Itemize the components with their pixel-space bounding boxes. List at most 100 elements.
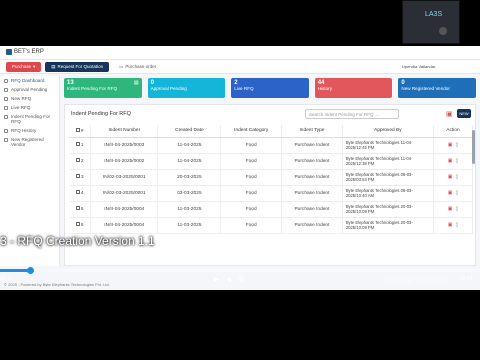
table-row[interactable]: 6 IN/II-04-2025/0004 11-03-2025 Food Purchas…	[69, 217, 474, 234]
checkbox[interactable]	[75, 222, 80, 226]
indent-table: # Indent Number Created Date Indent Cate…	[69, 125, 474, 234]
sidebar-item-rfq-dashboard[interactable]: RFQ Dashboard	[0, 76, 59, 85]
table-row[interactable]: 4 IN/02-03-2025/0001 03-03-2025 Food Purchas…	[69, 185, 474, 202]
view-icon[interactable]: ▯	[455, 190, 458, 196]
checkbox[interactable]	[75, 158, 80, 162]
column-header[interactable]: Approved By	[342, 125, 434, 138]
card-history[interactable]: 44 History	[314, 78, 393, 98]
table-cell: Byte Elephants Technologies 20-03-2025/1…	[342, 201, 434, 218]
table-cell: 4	[69, 185, 92, 202]
sidebar-item-label: Live RFQ	[11, 105, 31, 110]
video-title: 3 - RFQ Creation Version 1.1	[0, 234, 155, 248]
checkbox[interactable]	[75, 190, 80, 194]
indent-number[interactable]: IN/II-04-2025/0004	[104, 207, 144, 212]
purchase-dropdown[interactable]: Purchase ▾	[6, 61, 42, 72]
column-header[interactable]: Indent Type	[281, 125, 343, 138]
export-pdf-icon[interactable]: ▣	[446, 110, 453, 118]
user-name[interactable]: Upendra Vatlandar	[402, 64, 435, 69]
checkbox[interactable]	[75, 206, 80, 210]
table-cell: ▣ ▯	[433, 185, 474, 202]
card-approval-pending[interactable]: 0 Approval Pending	[147, 78, 226, 98]
pdf-icon[interactable]: ▣	[448, 190, 453, 196]
table-cell: Byte Elephants Technologies 11-04-2025/1…	[342, 137, 434, 154]
indent-category: Food	[245, 206, 257, 212]
panel-title: Indent Pending For RFQ	[71, 111, 131, 117]
row-number: 6	[80, 223, 84, 228]
table-row[interactable]: 1 IN/II-04-2025/0003 11-04-2025 Food Purchas…	[69, 137, 474, 154]
indent-number[interactable]: IN/II-04-2025/0004	[104, 223, 144, 228]
card-indent-pending[interactable]: 13 Indent Pending For RFQ ▤	[64, 78, 142, 98]
indent-category: Food	[245, 174, 257, 180]
indent-number[interactable]: IN/II-04-2025/0002	[104, 159, 144, 164]
sidebar-item-approval-pending[interactable]: Approval Pending	[0, 85, 59, 94]
purchase-order-tab[interactable]: ▭ Purchase order	[113, 62, 162, 72]
indent-category: Food	[245, 222, 257, 228]
approved-by: Byte Elephants Technologies 11-04-2025/1…	[345, 156, 413, 166]
total-time: 03:44	[460, 276, 473, 282]
view-icon[interactable]: ▯	[455, 158, 458, 164]
sidebar-item-new-rfq[interactable]: New RFQ	[0, 94, 59, 103]
table-row[interactable]: 5 IN/II-04-2025/0004 11-03-2025 Food Purchas…	[69, 201, 474, 218]
view-icon[interactable]: ▯	[455, 174, 458, 180]
card-label: Indent Pending For RFQ	[67, 86, 118, 91]
indent-number[interactable]: IN/02-03-2025/0001	[103, 191, 146, 196]
pdf-icon[interactable]: ▣	[448, 142, 453, 148]
table-cell: ▣ ▯	[433, 201, 474, 218]
table-cell: 5	[69, 201, 92, 218]
checkbox[interactable]	[75, 127, 80, 132]
card-label: New Registered Vendor	[401, 86, 450, 91]
settings-icon[interactable]: ⚙	[239, 277, 244, 283]
table-cell: ▣ ▯	[433, 137, 474, 154]
volume-icon[interactable]: ◀	[226, 277, 231, 283]
table-cell: ▣ ▯	[433, 169, 474, 186]
play-icon[interactable]: ▶	[214, 277, 219, 283]
view-icon[interactable]: ▯	[455, 142, 458, 148]
video-progress-bar[interactable]	[0, 267, 480, 274]
created-date: 11-04-2025	[177, 158, 202, 164]
pdf-icon[interactable]: ▣	[448, 206, 453, 212]
table-cell: 11-04-2025	[157, 137, 222, 154]
table-row[interactable]: 2 IN/II-04-2025/0002 11-04-2025 Food Purchas…	[69, 153, 474, 170]
indent-number[interactable]: IN/II-04-2025/0003	[104, 143, 144, 148]
table-cell: 20-03-2025	[157, 169, 222, 186]
card-new-vendor[interactable]: 0 New Registered Vendor	[398, 78, 476, 98]
video-scrubber[interactable]	[27, 267, 34, 274]
clock-icon	[4, 87, 8, 92]
checkbox[interactable]	[75, 174, 80, 178]
card-live-rfq[interactable]: 2 Live RFQ	[231, 78, 309, 98]
row-number: 4	[80, 191, 84, 196]
column-header[interactable]: Created Date	[157, 125, 222, 138]
rfq-label: Request For Quotation	[57, 64, 104, 69]
sidebar-item-rfq-history[interactable]: RFQ History	[0, 126, 59, 135]
vendor-icon	[4, 137, 8, 142]
table-cell: 03-03-2025	[157, 185, 222, 202]
pdf-icon[interactable]: ▣	[448, 222, 453, 228]
new-button[interactable]: NEW	[457, 109, 471, 118]
indent-number[interactable]: IN/02-03-2025/0001	[103, 175, 146, 180]
pdf-icon[interactable]: ▣	[448, 158, 453, 164]
table-cell: 11-04-2025	[157, 153, 222, 170]
scrollbar[interactable]	[472, 130, 475, 164]
column-header[interactable]: Indent Number	[90, 125, 159, 138]
view-icon[interactable]: ▯	[455, 222, 458, 228]
column-header[interactable]: Indent Category	[220, 125, 283, 138]
table-cell: IN/II-04-2025/0003	[90, 137, 159, 154]
activate-windows-watermark: Activate Windows	[384, 276, 448, 285]
chevron-down-icon: ▾	[33, 63, 36, 69]
table-row[interactable]: 3 IN/02-03-2025/0001 20-03-2025 Food Purchas…	[69, 169, 474, 186]
checkbox[interactable]	[75, 142, 80, 146]
sidebar-item-live-rfq[interactable]: Live RFQ	[0, 103, 59, 112]
sidebar-item-indent-pending[interactable]: Indent Pending For RFQ	[0, 112, 59, 126]
indent-type: Purchase Indent	[294, 158, 330, 164]
indent-category: Food	[245, 190, 257, 196]
sidebar-item-new-vendor[interactable]: New Registered Vendor	[0, 135, 59, 149]
table-cell: Purchase Indent	[281, 169, 343, 186]
view-icon[interactable]: ▯	[455, 206, 458, 212]
table-cell: Purchase Indent	[281, 201, 343, 218]
pdf-icon[interactable]: ▣	[448, 174, 453, 180]
select-all-header[interactable]: #	[69, 125, 92, 138]
table-cell: Food	[220, 201, 283, 218]
table-cell: IN/II-04-2025/0002	[90, 153, 159, 170]
search-input[interactable]: Search Indent Pending For RFQ ...	[305, 109, 399, 119]
rfq-tab[interactable]: ▤ Request For Quotation	[45, 61, 110, 72]
